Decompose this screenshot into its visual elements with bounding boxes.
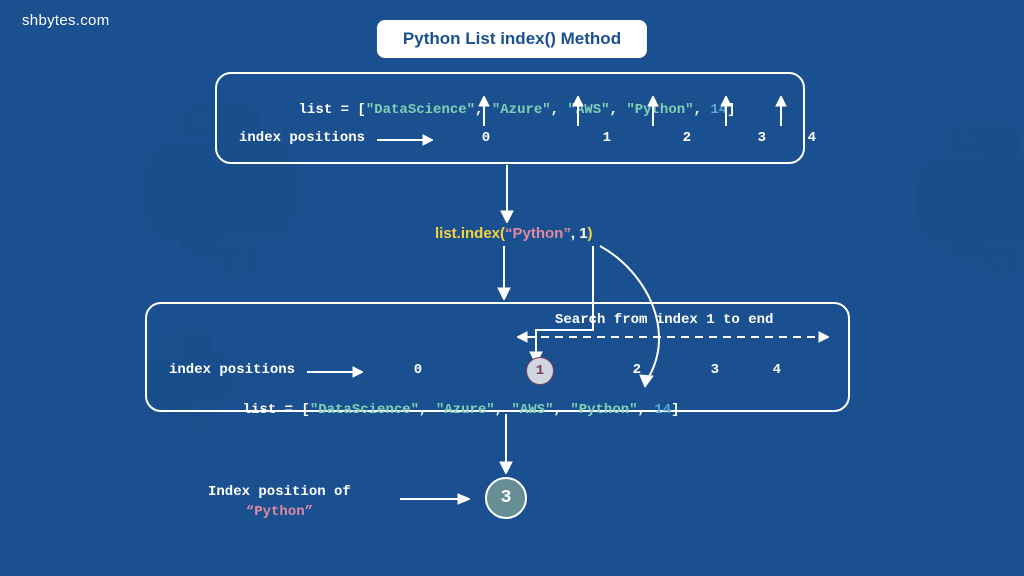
up-arrow-icon [647,96,659,126]
list-declaration: list = ["DataScience", "Azure", "AWS", "… [265,86,781,134]
index-cell: 1 [511,130,611,146]
page-title: Python List index() Method [377,20,647,58]
site-label: shbytes.com [22,12,110,29]
index-cell: 3 [691,130,766,146]
index-cell: 4 [766,130,816,146]
up-arrow-icon [720,96,732,126]
index-cell: 0 [403,362,433,378]
index-cell: 2 [581,362,641,378]
index-positions-label: index positions [169,362,295,378]
index-cell: 0 [461,130,511,146]
list-declaration: list = ["DataScience", "Azure", "AWS", "… [209,386,680,434]
right-arrow-icon [400,493,470,505]
index-cell: 3 [641,362,719,378]
up-arrow-icon [572,96,584,126]
index-cell: 4 [719,362,781,378]
down-arrow-icon [500,165,514,223]
result-value: 3 [485,477,527,519]
down-arrow-icon [499,414,513,474]
result-label: Index position of “Python” [208,483,351,522]
up-arrow-icon [775,96,787,126]
right-arrow-icon [307,366,363,378]
index-cell: 2 [611,130,691,146]
index-positions-label: index positions [239,130,365,146]
right-arrow-icon [377,134,433,146]
search-box: index positions 0 1 2 3 4 list = ["DataS… [145,302,850,412]
method-call: list.index(“Python”, 1) [435,225,593,242]
up-arrow-icon [478,96,490,126]
highlighted-index: 1 [526,357,554,385]
list-def-box: list = ["DataScience", "Azure", "AWS", "… [215,72,805,164]
